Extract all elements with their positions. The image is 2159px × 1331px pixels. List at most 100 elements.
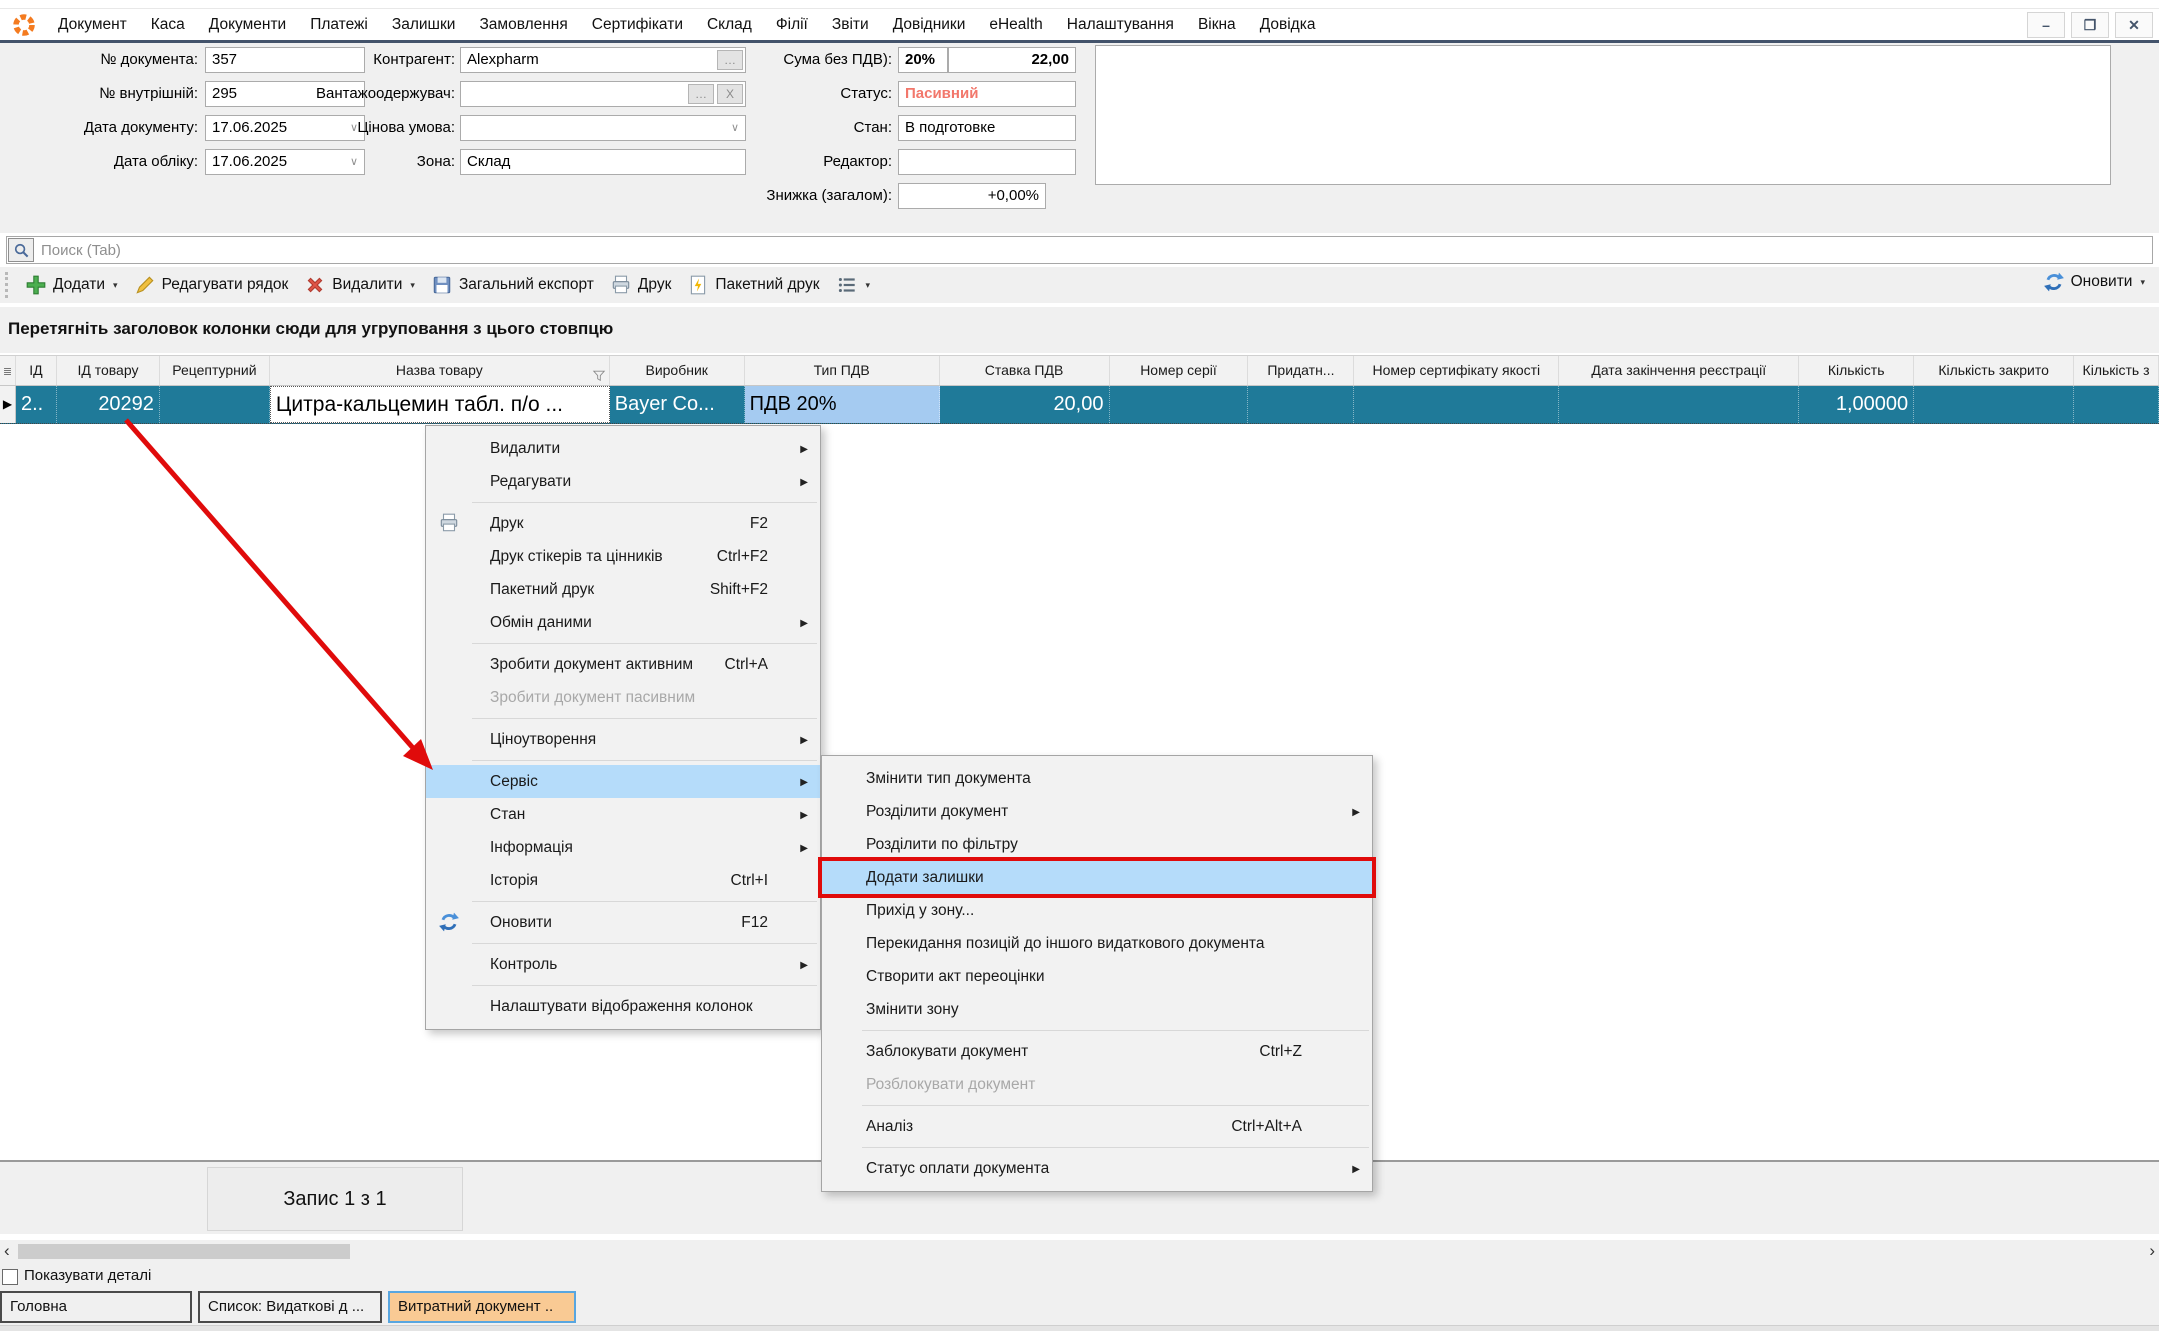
column-header-рецептурний[interactable]: Рецептурний	[160, 356, 270, 385]
show-details-checkbox[interactable]	[2, 1269, 18, 1285]
column-header-номер-сертифікату-якості[interactable]: Номер сертифікату якості	[1354, 356, 1559, 385]
context-menu-item-налаштувати-відображення-колонок[interactable]: Налаштувати відображення колонок	[426, 990, 820, 1023]
dropdown-arrow-icon[interactable]: ▾	[410, 280, 415, 291]
cell-prescription[interactable]	[160, 386, 270, 423]
column-header-indicator[interactable]: ≣	[0, 356, 16, 385]
context-menu-item-друк-стікерів-та-цінників[interactable]: Друк стікерів та цінниківCtrl+F2	[426, 540, 820, 573]
submenu-item-аналіз[interactable]: АналізCtrl+Alt+A	[822, 1110, 1372, 1143]
horizontal-scrollbar[interactable]: ‹ ›	[0, 1240, 2159, 1264]
menubar-item-довідники[interactable]: Довідники	[881, 10, 978, 40]
редагувати-рядок-button[interactable]: Редагувати рядок	[126, 270, 297, 300]
видалити-button[interactable]: Видалити▾	[296, 270, 423, 300]
menubar-item-документ[interactable]: Документ	[46, 10, 139, 40]
context-menu-item-контроль[interactable]: Контроль▶	[426, 948, 820, 981]
cell-quantity-closed[interactable]	[1914, 386, 2074, 423]
dropdown-arrow-icon[interactable]: ▾	[2140, 277, 2145, 288]
menubar-item-платежі[interactable]: Платежі	[298, 10, 380, 40]
cell-id[interactable]: 2..	[16, 386, 57, 423]
context-menu-item-видалити[interactable]: Видалити▶	[426, 432, 820, 465]
cell-certificate[interactable]	[1354, 386, 1559, 423]
submenu-item-перекидання-позицій-до-іншого-видаткового-документа[interactable]: Перекидання позицій до іншого видатковог…	[822, 927, 1372, 960]
scrollbar-thumb[interactable]	[18, 1244, 350, 1259]
context-menu-item-історія[interactable]: ІсторіяCtrl+I	[426, 864, 820, 897]
menubar-item-вікна[interactable]: Вікна	[1186, 10, 1248, 40]
dropdown-arrow-icon[interactable]: ▾	[866, 280, 871, 291]
search-input[interactable]: Поиск (Tab)	[35, 242, 121, 259]
menubar-item-документи[interactable]: Документи	[197, 10, 298, 40]
restore-button[interactable]: ❐	[2071, 12, 2109, 38]
cell-vat-type[interactable]: ПДВ 20%	[745, 386, 940, 423]
group-by-panel[interactable]: Перетягніть заголовок колонки сюди для у…	[0, 307, 2159, 353]
list-button[interactable]: ▾	[828, 270, 879, 300]
menubar-item-філії[interactable]: Філії	[764, 10, 820, 40]
submenu-item-статус-оплати-документа[interactable]: Статус оплати документа▶	[822, 1152, 1372, 1185]
context-menu-item-оновити[interactable]: ОновитиF12	[426, 906, 820, 939]
друк-button[interactable]: Друк	[602, 270, 679, 300]
close-button[interactable]: ✕	[2115, 12, 2153, 38]
column-header-придатн[interactable]: Придатн...	[1248, 356, 1354, 385]
column-header-кількість[interactable]: Кількість	[1799, 356, 1914, 385]
menubar-item-каса[interactable]: Каса	[139, 10, 197, 40]
cell-product-id[interactable]: 20292	[57, 386, 160, 423]
column-header-ід[interactable]: ІД	[16, 356, 57, 385]
submenu-item-змінити-зону[interactable]: Змінити зону	[822, 993, 1372, 1026]
notes-box[interactable]	[1095, 45, 2111, 185]
search-bar[interactable]: Поиск (Tab)	[6, 236, 2153, 264]
filter-funnel-icon[interactable]	[592, 364, 606, 385]
discount-field[interactable]: +0,00%	[898, 183, 1046, 209]
cell-series[interactable]	[1110, 386, 1249, 423]
submenu-item-змінити-тип-документа[interactable]: Змінити тип документа	[822, 762, 1372, 795]
context-menu-item-сервіс[interactable]: Сервіс▶	[426, 765, 820, 798]
menubar-item-налаштування[interactable]: Налаштування	[1055, 10, 1186, 40]
column-header-ставка-пдв[interactable]: Ставка ПДВ	[940, 356, 1110, 385]
menubar-item-замовлення[interactable]: Замовлення	[467, 10, 579, 40]
cell-product-name[interactable]: Цитра-кальцемин табл. п/о ...	[270, 386, 610, 423]
submenu-item-створити-акт-переоцінки[interactable]: Створити акт переоцінки	[822, 960, 1372, 993]
context-menu-item-пакетний-друк[interactable]: Пакетний друкShift+F2	[426, 573, 820, 606]
submenu-item-заблокувати-документ[interactable]: Заблокувати документCtrl+Z	[822, 1035, 1372, 1068]
row-indicator[interactable]: ▶	[0, 386, 16, 423]
menubar-item-склад[interactable]: Склад	[695, 10, 764, 40]
submenu-item-розділити-документ[interactable]: Розділити документ▶	[822, 795, 1372, 828]
menubar-item-ehealth[interactable]: eHealth	[977, 10, 1054, 40]
toolbar-drag-handle[interactable]	[5, 272, 11, 298]
submenu-item-додати-залишки[interactable]: Додати залишки	[822, 861, 1372, 894]
menubar-item-сертифікати[interactable]: Сертифікати	[580, 10, 695, 40]
column-header-кількість-закрито[interactable]: Кількість закрито	[1914, 356, 2074, 385]
context-menu-item-інформація[interactable]: Інформація▶	[426, 831, 820, 864]
bottom-tab-головна[interactable]: Головна	[0, 1291, 192, 1323]
column-header-назва-товару[interactable]: Назва товару	[270, 356, 610, 385]
minimize-button[interactable]: –	[2027, 12, 2065, 38]
scroll-right-icon[interactable]: ›	[2149, 1240, 2155, 1262]
column-header-номер-серії[interactable]: Номер серії	[1110, 356, 1249, 385]
context-menu-item-обмін-даними[interactable]: Обмін даними▶	[426, 606, 820, 639]
cell-validity[interactable]	[1248, 386, 1354, 423]
пакетний-друк-button[interactable]: Пакетний друк	[679, 270, 827, 300]
submenu-item-розділити-по-фільтру[interactable]: Розділити по фільтру	[822, 828, 1372, 861]
context-menu-item-зробити-документ-активним[interactable]: Зробити документ активнимCtrl+A	[426, 648, 820, 681]
column-header-тип-пдв[interactable]: Тип ПДВ	[745, 356, 940, 385]
menubar-item-довідка[interactable]: Довідка	[1248, 10, 1328, 40]
submenu-item-прихід-у-зону[interactable]: Прихід у зону...	[822, 894, 1372, 927]
додати-button[interactable]: Додати▾	[17, 270, 126, 300]
column-header-кількість-з[interactable]: Кількість з	[2074, 356, 2159, 385]
scroll-left-icon[interactable]: ‹	[4, 1240, 10, 1262]
context-menu-item-ціноутворення[interactable]: Ціноутворення▶	[426, 723, 820, 756]
context-menu-item-редагувати[interactable]: Редагувати▶	[426, 465, 820, 498]
column-header-виробник[interactable]: Виробник	[610, 356, 745, 385]
column-header-ід-товару[interactable]: ІД товару	[57, 356, 160, 385]
context-menu-item-друк[interactable]: ДрукF2	[426, 507, 820, 540]
cell-manufacturer[interactable]: Bayer Co...	[610, 386, 745, 423]
cell-vat-rate[interactable]: 20,00	[940, 386, 1110, 423]
cell-quantity[interactable]: 1,00000	[1799, 386, 1914, 423]
grid-data-row[interactable]: ▶2..20292 Цитра-кальцемин табл. п/о ...Ba…	[0, 386, 2159, 424]
menubar-item-звіти[interactable]: Звіти	[820, 10, 881, 40]
refresh-button[interactable]: Оновити▾	[2043, 271, 2145, 293]
bottom-tab-витратний-документ[interactable]: Витратний документ ..	[388, 1291, 576, 1323]
загальний-експорт-button[interactable]: Загальний експорт	[423, 270, 602, 300]
bottom-tab-список-видаткові-д[interactable]: Список: Видаткові д ...	[198, 1291, 382, 1323]
context-menu-item-стан[interactable]: Стан▶	[426, 798, 820, 831]
cell-reg-expiry[interactable]	[1559, 386, 1799, 423]
dropdown-arrow-icon[interactable]: ▾	[113, 280, 118, 291]
cell-quantity-extra[interactable]	[2074, 386, 2159, 423]
